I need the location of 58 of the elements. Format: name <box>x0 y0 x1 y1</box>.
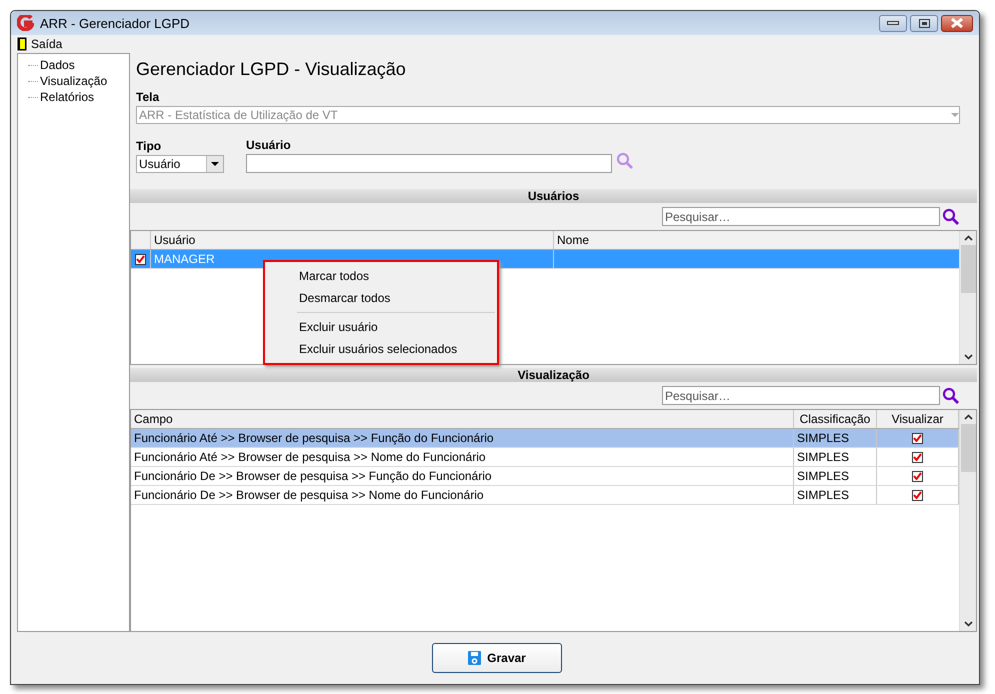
field-label: Usuário <box>246 138 292 152</box>
table-cell: SIMPLES <box>794 486 877 504</box>
checkbox[interactable] <box>912 452 923 462</box>
field-label: Tipo <box>136 139 162 153</box>
table-row[interactable]: Funcionário Até >> Browser de pesquisa >> Função do Funcionário SIMPLES <box>131 429 959 448</box>
search-field[interactable]: Pesquisar… <box>662 386 940 405</box>
search-icon[interactable] <box>942 208 960 226</box>
checkbox[interactable] <box>912 470 923 482</box>
table-cell: Funcionário Até >> Browser de pesquisa >> Função do Funcionário <box>131 429 794 447</box>
table-cell: Funcionário De >> Browser de pesquisa >> Nome do Funcionário <box>131 486 794 504</box>
table-row[interactable]: Funcionário De >> Browser de pesquisa >> Função do Funcionário SIMPLES <box>131 467 959 486</box>
checkbox[interactable] <box>912 490 923 500</box>
scroll-thumb[interactable] <box>960 245 976 293</box>
window-title: ARR - Gerenciador LGPD <box>40 16 190 30</box>
minimize-button[interactable] <box>879 14 907 32</box>
column-header[interactable]: Nome <box>554 231 959 249</box>
maximize-button[interactable] <box>910 14 938 32</box>
column-header[interactable]: Campo <box>131 410 794 428</box>
menu-item[interactable]: Desmarcar todos <box>265 287 497 309</box>
scroll-thumb[interactable] <box>960 424 976 472</box>
checkbox[interactable] <box>912 432 923 444</box>
table-cell: SIMPLES <box>794 429 877 447</box>
column-header[interactable]: Classificação <box>794 410 877 428</box>
menu-item[interactable]: Excluir usuários selecionados <box>265 338 497 360</box>
table-cell: SIMPLES <box>794 467 877 485</box>
scroll-up-icon[interactable] <box>964 414 972 420</box>
scroll-up-icon[interactable] <box>964 235 972 241</box>
app-logo-icon <box>17 15 34 31</box>
table-cell: SIMPLES <box>794 448 877 466</box>
table-row[interactable]: Funcionário De >> Browser de pesquisa >> Nome do Funcionário SIMPLES <box>131 486 959 505</box>
dropdown-arrow-icon <box>951 112 959 118</box>
type-dropdown[interactable]: Usuário <box>136 155 224 173</box>
tree-item[interactable]: Visualização <box>40 74 108 88</box>
close-icon <box>951 18 963 28</box>
search-field[interactable]: Pesquisar… <box>662 207 940 226</box>
minimize-icon <box>887 21 899 25</box>
save-button[interactable]: Gravar <box>432 643 562 673</box>
close-button[interactable] <box>941 14 973 32</box>
dropdown-arrow-icon <box>211 162 219 166</box>
checkbox[interactable] <box>135 254 146 264</box>
tree-item[interactable]: Relatórios <box>40 90 94 104</box>
user-input-field[interactable] <box>246 154 612 173</box>
table-cell: Funcionário Até >> Browser de pesquisa >> Nome do Funcionário <box>131 448 794 466</box>
menu-item[interactable]: Excluir usuário <box>265 316 497 338</box>
search-icon[interactable] <box>942 386 960 404</box>
scroll-down-icon[interactable] <box>964 621 972 627</box>
section-header: Visualização <box>130 368 977 382</box>
page-heading: Gerenciador LGPD - Visualização <box>136 59 407 80</box>
table-cell: Funcionário De >> Browser de pesquisa >> Função do Funcionário <box>131 467 794 485</box>
scroll-down-icon[interactable] <box>964 354 972 360</box>
column-header[interactable]: Usuário <box>151 231 554 249</box>
section-header: Usuários <box>130 189 977 203</box>
field-label: Tela <box>136 90 160 104</box>
tree-item[interactable]: Dados <box>40 58 75 72</box>
door-icon <box>17 37 27 51</box>
table-row[interactable]: Funcionário Até >> Browser de pesquisa >> Nome do Funcionário SIMPLES <box>131 448 959 467</box>
maximize-icon <box>918 18 930 28</box>
menu-item[interactable]: Saída <box>31 37 62 51</box>
